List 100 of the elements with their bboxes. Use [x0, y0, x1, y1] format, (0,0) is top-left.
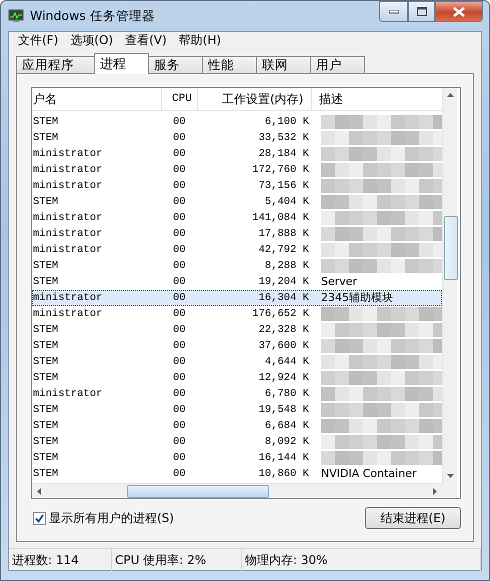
user-cell-text: STEM [33, 451, 60, 465]
user-cell-text: ministrator [33, 291, 104, 305]
process-row[interactable]: ministrator 00 141,084 K [32, 210, 442, 226]
cpu-cell-text: 00 [172, 403, 187, 417]
user-cell-text: ministrator [33, 163, 104, 177]
memory-cell-text: 17,888 K [258, 227, 310, 241]
process-row[interactable]: STEM 00 22,328 K [32, 322, 442, 338]
memory-cell-text: 42,792 K [258, 243, 310, 257]
checkbox[interactable] [33, 512, 46, 524]
process-row[interactable]: ministrator 00 172,760 K [32, 162, 442, 178]
cpu-cell-text: 00 [172, 371, 187, 385]
memory-cell-text: 19,204 K [258, 275, 310, 289]
cpu-cell-text: 00 [172, 131, 187, 145]
description-cell: NVIDIA Container [321, 467, 416, 480]
cpu-cell-text: 00 [172, 179, 187, 193]
minimize-button[interactable] [379, 1, 408, 22]
process-row[interactable]: STEM 00 33,532 K [32, 130, 442, 146]
menu-item[interactable]: 查看(V) [119, 32, 173, 49]
menu-item[interactable]: 选项(O) [64, 32, 120, 49]
process-row[interactable]: ministrator 00 6,780 K [32, 386, 442, 402]
user-cell-text: STEM [33, 371, 60, 385]
cpu-cell-text: 00 [172, 211, 187, 225]
cpu-cell-text: 00 [172, 387, 187, 401]
memory-cell-text: 12,924 K [258, 371, 310, 385]
scroll-thumb[interactable] [444, 216, 458, 280]
close-icon [453, 6, 465, 16]
app-icon [8, 9, 24, 23]
description-cell: Server [321, 275, 358, 288]
column-header[interactable]: CPU [162, 88, 198, 110]
user-cell-text: STEM [33, 259, 60, 273]
process-row[interactable]: STEM 00 37,600 K [32, 338, 442, 354]
process-row[interactable]: ministrator 00 17,888 K [32, 226, 442, 242]
process-row[interactable]: STEM 00 6,684 K [32, 418, 442, 434]
process-row[interactable]: STEM 00 19,204 K Server [32, 274, 442, 290]
process-row[interactable]: ministrator 00 42,792 K [32, 242, 442, 258]
user-cell-text: STEM [33, 275, 60, 289]
process-row[interactable]: ministrator 00 176,652 K [32, 306, 442, 322]
tab[interactable]: 服务 [148, 56, 203, 74]
process-row[interactable]: ministrator 00 73,156 K [32, 178, 442, 194]
memory-cell-text: 5,404 K [264, 195, 310, 209]
end-process-button[interactable]: 结束进程(E) [365, 507, 461, 529]
memory-cell-text: 33,532 K [258, 131, 310, 145]
scroll-thumb[interactable] [127, 484, 269, 498]
memory-cell-text: 6,780 K [264, 387, 310, 401]
process-row[interactable]: STEM 00 4,644 K [32, 354, 442, 370]
column-header[interactable]: 工作设置(内存) [198, 88, 312, 110]
memory-cell-text: 73,156 K [258, 179, 310, 193]
user-cell-text: ministrator [33, 147, 104, 161]
menu-item[interactable]: 文件(F) [12, 32, 64, 49]
process-row[interactable]: STEM 00 5,404 K [32, 194, 442, 210]
cpu-cell-text: 00 [172, 227, 187, 241]
user-cell-text: STEM [33, 403, 60, 417]
horizontal-scrollbar[interactable] [32, 483, 442, 498]
process-row[interactable]: STEM 00 10,860 K NVIDIA Container [32, 466, 442, 482]
process-row[interactable]: STEM 00 12,924 K [32, 370, 442, 386]
process-row[interactable]: STEM 00 8,288 K [32, 258, 442, 274]
memory-cell-text: 16,144 K [258, 451, 310, 465]
vertical-scrollbar[interactable] [442, 88, 457, 483]
memory-cell-text: 4,644 K [264, 355, 310, 369]
cpu-cell-text: 00 [172, 243, 187, 257]
memory-cell-text: 28,184 K [258, 147, 310, 161]
memory-cell-text: 16,304 K [258, 291, 310, 305]
user-cell-text: STEM [33, 419, 60, 433]
description-cell: 2345辅助模块 [321, 291, 393, 304]
user-cell-text: ministrator [33, 387, 104, 401]
process-row[interactable]: ministrator 00 28,184 K [32, 146, 442, 162]
memory-cell-text: 10,860 K [258, 467, 310, 481]
process-row[interactable]: STEM 00 19,548 K [32, 402, 442, 418]
tab[interactable]: 用户 [310, 56, 365, 74]
status-text: CPU 使用率: 2% [112, 549, 242, 571]
user-cell-text: ministrator [33, 179, 104, 193]
column-header[interactable]: 描述 [312, 88, 442, 110]
checkbox-label: 显示所有用户的进程(S) [49, 510, 174, 526]
user-cell-text: STEM [33, 115, 60, 129]
cpu-cell-text: 00 [172, 467, 187, 481]
tab[interactable]: 进程 [94, 53, 149, 74]
process-row[interactable]: STEM 00 8,092 K [32, 434, 442, 450]
tab[interactable]: 联网 [256, 56, 311, 74]
status-text: 物理内存: 30% [242, 549, 481, 571]
tab[interactable]: 性能 [202, 56, 257, 74]
maximize-button[interactable] [408, 1, 435, 22]
menu-item[interactable]: 帮助(H) [172, 32, 228, 49]
process-row[interactable]: STEM 00 16,144 K [32, 450, 442, 466]
memory-cell-text: 37,600 K [258, 339, 310, 353]
tab[interactable]: 应用程序 [16, 56, 97, 74]
user-cell-text: STEM [33, 435, 60, 449]
process-row[interactable]: STEM 00 6,100 K [32, 114, 442, 130]
cpu-cell-text: 00 [172, 419, 187, 433]
cpu-cell-text: 00 [172, 451, 187, 465]
user-cell-text: STEM [33, 131, 60, 145]
memory-cell-text: 6,684 K [264, 419, 310, 433]
cpu-cell-text: 00 [172, 307, 187, 321]
cpu-cell-text: 00 [172, 259, 187, 273]
user-cell-text: STEM [33, 339, 60, 353]
column-header[interactable]: 户名 [32, 88, 162, 110]
cpu-cell-text: 00 [172, 195, 187, 209]
memory-cell-text: 6,100 K [264, 115, 310, 129]
close-button[interactable] [435, 1, 483, 22]
user-cell-text: ministrator [33, 211, 104, 225]
process-row[interactable]: ministrator 00 16,304 K 2345辅助模块 [32, 290, 442, 306]
